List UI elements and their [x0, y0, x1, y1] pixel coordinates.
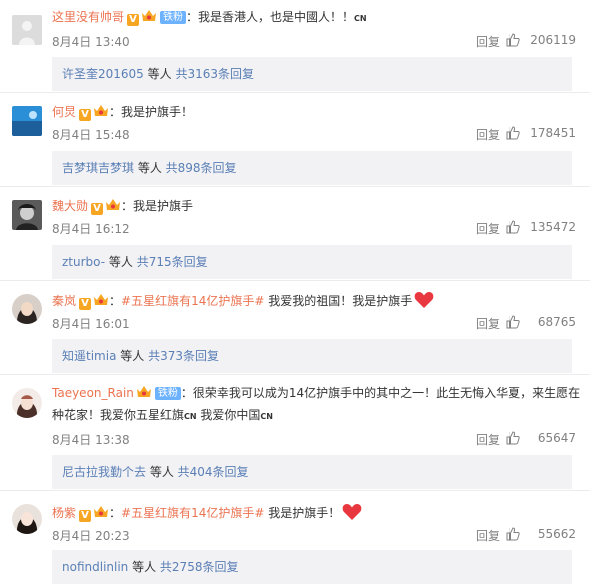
vip-crown-icon [141, 9, 157, 23]
avatar[interactable] [12, 106, 42, 136]
username-link[interactable]: 何炅 [52, 105, 76, 119]
comment-time: 8月4日 13:38 [52, 433, 130, 447]
username-link[interactable]: Taeyeon_Rain [52, 386, 134, 400]
replies-summary[interactable]: zturbo- 等人 共715条回复 [52, 245, 572, 279]
cn-flag-icon: CN [354, 14, 367, 23]
thumbs-up-icon [506, 33, 520, 47]
replies-summary[interactable]: 吉梦琪吉梦琪 等人 共898条回复 [52, 151, 572, 185]
thumbs-up-icon [506, 220, 520, 234]
reply-total-link[interactable]: 共373条回复 [148, 349, 219, 363]
verified-v-icon: V [79, 298, 92, 310]
avatar[interactable] [12, 200, 42, 230]
reply-user-link[interactable]: zturbo- [62, 255, 105, 269]
avatar[interactable] [12, 388, 42, 418]
thumbs-up-icon [506, 527, 520, 541]
reply-button[interactable]: 回复 [476, 220, 500, 237]
replies-summary[interactable]: 知遥timia 等人 共373条回复 [52, 339, 572, 373]
like-count: 55662 [537, 527, 576, 541]
like-count: 178451 [530, 126, 576, 140]
verified-v-icon: V [91, 203, 104, 215]
fan-badge: 铁粉 [160, 11, 187, 24]
reply-total-link[interactable]: 共715条回复 [137, 255, 208, 269]
divider [0, 186, 590, 187]
verified-v-icon: V [79, 109, 92, 121]
like-count: 135472 [530, 220, 576, 234]
divider [0, 280, 590, 281]
reply-button[interactable]: 回复 [476, 126, 500, 143]
username-link[interactable]: 这里没有帅哥 [52, 10, 124, 24]
reply-etc: 等人 [134, 161, 166, 175]
avatar[interactable] [12, 294, 42, 324]
reply-etc: 等人 [128, 560, 160, 574]
replies-summary[interactable]: 许圣奎201605 等人 共3163条回复 [52, 57, 572, 91]
reply-etc: 等人 [143, 67, 176, 81]
comment-time: 8月4日 15:48 [52, 128, 130, 142]
divider [0, 490, 590, 491]
vip-crown-icon [93, 104, 109, 118]
replies-summary[interactable]: 尼古拉我勤个去 等人 共404条回复 [52, 455, 572, 489]
comment-text: 我是护旗手！ [264, 506, 341, 520]
avatar[interactable] [12, 15, 42, 45]
comment-time: 8月4日 20:23 [52, 529, 130, 543]
reply-user-link[interactable]: 许圣奎201605 [62, 67, 144, 81]
cn-flag-icon: CN [184, 412, 197, 421]
reply-total-link[interactable]: 共3163条回复 [175, 67, 254, 81]
reply-user-link[interactable]: 知遥timia [62, 349, 116, 363]
topic-link[interactable]: #五星红旗有14亿护旗手# [121, 294, 264, 308]
reply-button[interactable]: 回复 [476, 33, 500, 50]
reply-etc: 等人 [146, 465, 178, 479]
vip-crown-icon [105, 198, 121, 212]
comment-colon: ： [109, 506, 122, 520]
verified-v-icon: V [127, 14, 140, 26]
like-button[interactable]: 135472 [506, 220, 576, 234]
reply-etc: 等人 [116, 349, 149, 363]
like-button[interactable]: 178451 [506, 126, 576, 140]
reply-etc: 等人 [105, 255, 137, 269]
fan-badge: 铁粉 [154, 387, 181, 400]
like-count: 65647 [537, 431, 576, 445]
comment-text: ：我是护旗手 [121, 199, 194, 213]
like-button[interactable]: 68765 [506, 315, 576, 329]
reply-total-link[interactable]: 共2758条回复 [160, 560, 239, 574]
comment-colon: ： [109, 294, 122, 308]
reply-button[interactable]: 回复 [476, 315, 500, 332]
comment-text: 我爱我的祖国！我是护旗手 [264, 294, 413, 308]
reply-total-link[interactable]: 共404条回复 [178, 465, 249, 479]
verified-v-icon: V [79, 510, 92, 522]
heart-icon [342, 503, 362, 521]
topic-link[interactable]: #五星红旗有14亿护旗手# [121, 506, 264, 520]
reply-user-link[interactable]: 吉梦琪吉梦琪 [62, 161, 134, 175]
username-link[interactable]: 杨紫 [52, 506, 76, 520]
heart-icon [414, 291, 434, 309]
like-count: 206119 [530, 33, 576, 47]
comment-text: ：我是护旗手！ [109, 105, 194, 119]
reply-user-link[interactable]: 尼古拉我勤个去 [62, 465, 146, 479]
reply-total-link[interactable]: 共898条回复 [166, 161, 237, 175]
like-button[interactable]: 55662 [506, 527, 576, 541]
reply-button[interactable]: 回复 [476, 431, 500, 448]
like-button[interactable]: 65647 [506, 431, 576, 445]
divider [0, 92, 590, 93]
vip-crown-icon [136, 385, 152, 399]
thumbs-up-icon [506, 126, 520, 140]
thumbs-up-icon [506, 431, 520, 445]
like-button[interactable]: 206119 [506, 33, 576, 47]
replies-summary[interactable]: nofindlinlin 等人 共2758条回复 [52, 550, 572, 584]
vip-crown-icon [93, 505, 109, 519]
thumbs-up-icon [506, 315, 520, 329]
divider [0, 374, 590, 375]
reply-user-link[interactable]: nofindlinlin [62, 560, 128, 574]
comment-time: 8月4日 16:01 [52, 317, 130, 331]
comment-time: 8月4日 13:40 [52, 35, 130, 49]
username-link[interactable]: 魏大勋 [52, 199, 88, 213]
comment-text: ：我是香港人，也是中國人！！ [186, 10, 355, 24]
like-count: 68765 [537, 315, 576, 329]
cn-flag-icon: CN [260, 412, 273, 421]
username-link[interactable]: 秦岚 [52, 294, 76, 308]
comment-time: 8月4日 16:12 [52, 222, 130, 236]
comment-text: 我爱你中国 [196, 408, 261, 422]
vip-crown-icon [93, 293, 109, 307]
reply-button[interactable]: 回复 [476, 527, 500, 544]
avatar[interactable] [12, 504, 42, 534]
